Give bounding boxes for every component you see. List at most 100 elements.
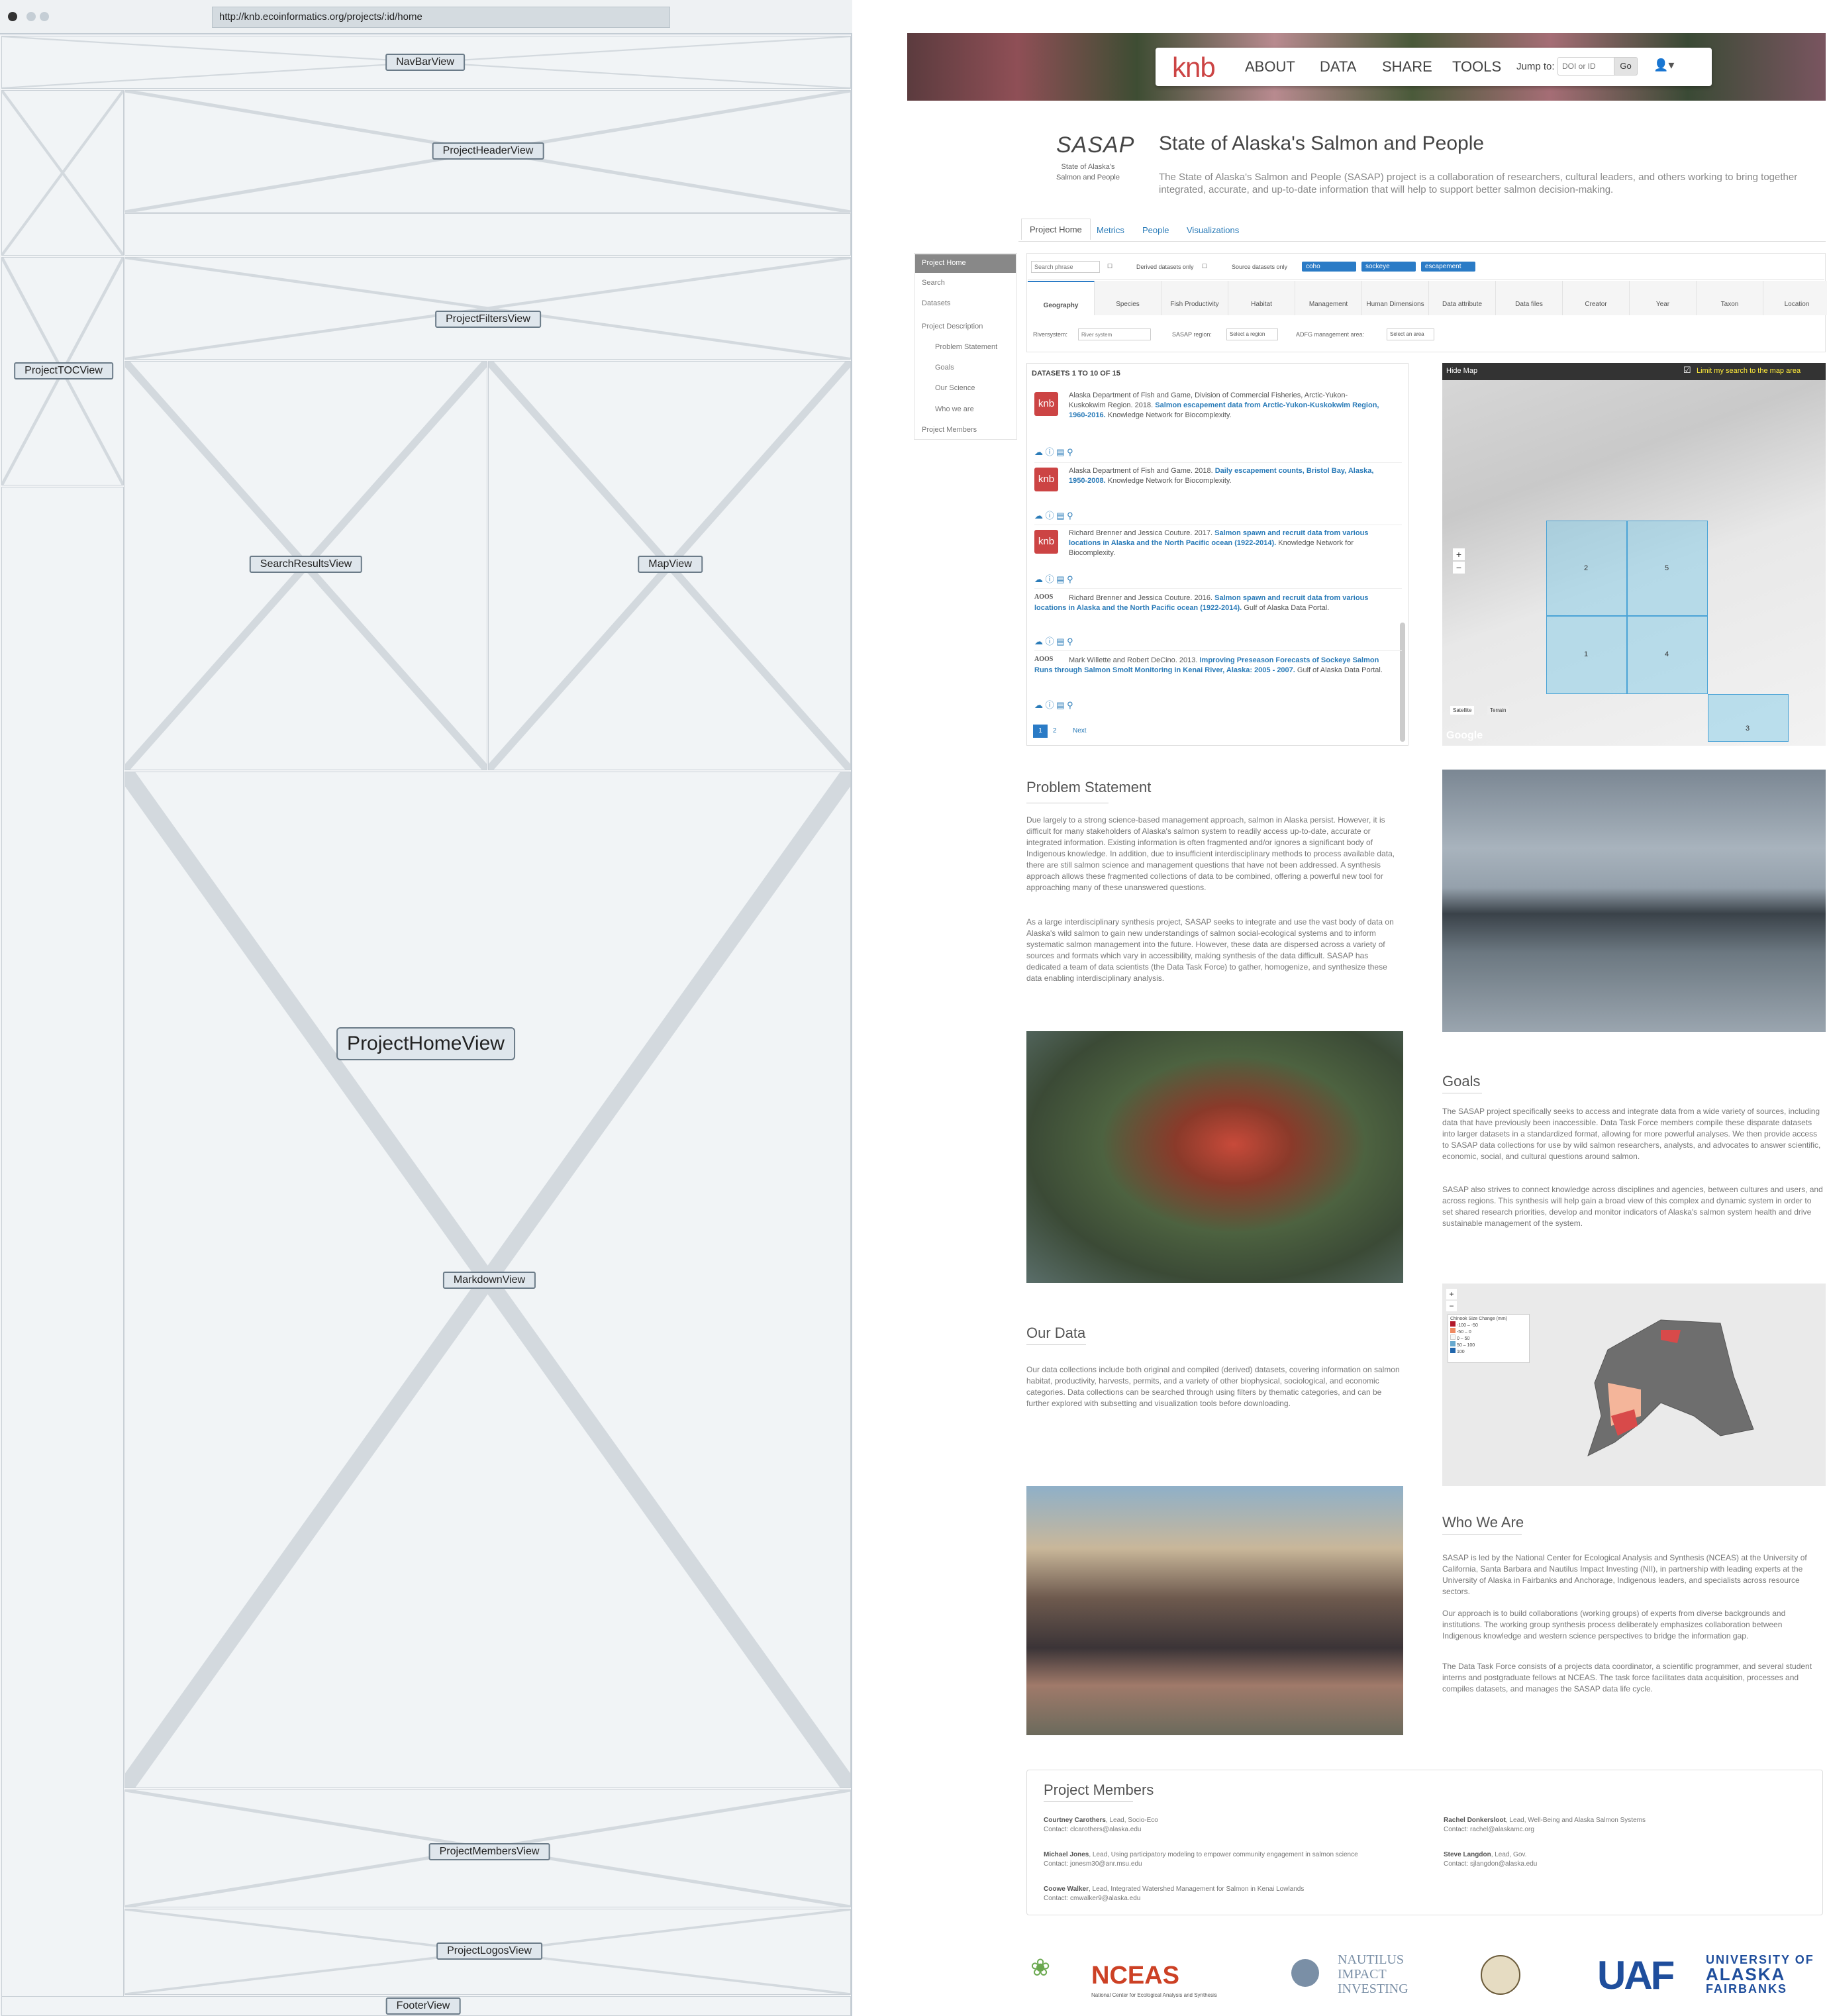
river-input[interactable] xyxy=(1078,328,1151,340)
toc-project-members[interactable]: Project Members xyxy=(922,426,977,434)
legend-item: 100 xyxy=(1450,1348,1527,1354)
wf-label-footer: FooterView xyxy=(385,1997,461,2015)
toc-project-description[interactable]: Project Description xyxy=(922,323,983,330)
map-region-cell[interactable] xyxy=(1708,694,1789,742)
window-close-dot[interactable] xyxy=(8,12,17,21)
result-actions-icons[interactable]: ☁ ⓘ ▤ ⚲ xyxy=(1034,509,1073,521)
filter-cat-geography[interactable]: Geography xyxy=(1028,281,1095,315)
uaf-logo[interactable]: UAF xyxy=(1597,1952,1675,1998)
result-citation[interactable]: Richard Brenner and Jessica Couture. 201… xyxy=(1069,529,1393,558)
choropleth-zoom-out-button[interactable]: − xyxy=(1446,1301,1457,1311)
tab-metrics[interactable]: Metrics xyxy=(1097,225,1124,235)
team-group-photo xyxy=(1026,1486,1403,1735)
nautilus-logo[interactable]: NAUTILUS IMPACT INVESTING xyxy=(1338,1952,1408,1996)
result-citation[interactable]: Mark Willette and Robert DeCino. 2013. I… xyxy=(1034,656,1392,676)
toc-project-home[interactable]: Project Home xyxy=(922,259,966,267)
result-actions-icons[interactable]: ☁ ⓘ ▤ ⚲ xyxy=(1034,698,1073,711)
nceas-swirl-icon: ❀ xyxy=(1030,1954,1051,1981)
nceas-logo[interactable]: NCEAS xyxy=(1091,1962,1179,1990)
choropleth-zoom-in-button[interactable]: + xyxy=(1446,1289,1457,1299)
knb-logo[interactable]: knb xyxy=(1172,52,1216,83)
go-button[interactable]: Go xyxy=(1614,57,1638,76)
toc-goals[interactable]: Goals xyxy=(935,364,954,372)
hide-map-button[interactable]: Hide Map xyxy=(1446,367,1477,375)
map-cell-label: 2 xyxy=(1584,564,1589,572)
knb-repo-icon: knb xyxy=(1034,392,1058,416)
filter-cat-management[interactable]: Management xyxy=(1295,281,1362,315)
adfg-select[interactable]: Select an area xyxy=(1387,328,1434,340)
result-citation[interactable]: Alaska Department of Fish and Game. 2018… xyxy=(1069,466,1393,486)
project-logo: SASAP xyxy=(1056,132,1135,158)
filter-cat-species[interactable]: Species xyxy=(1095,281,1161,315)
salmon-fish-image xyxy=(1026,1031,1403,1283)
project-logo-subtitle: State of Alaska's Salmon and People xyxy=(1056,163,1120,181)
region-select[interactable]: Select a region xyxy=(1226,328,1278,340)
tab-divider xyxy=(1018,241,1826,242)
map-terrain-button[interactable]: Terrain xyxy=(1487,706,1509,715)
filter-pill-coho[interactable]: coho xyxy=(1302,262,1356,272)
wf-label-filters: ProjectFiltersView xyxy=(435,311,541,328)
result-citation[interactable]: Alaska Department of Fish and Game, Divi… xyxy=(1069,391,1380,421)
filter-pill-sockeye[interactable]: sockeye xyxy=(1361,262,1416,272)
source-only-checkbox[interactable]: ☐ xyxy=(1202,263,1207,270)
wf-left-gutter xyxy=(1,487,124,1997)
who-paragraph-1: SASAP is led by the National Center for … xyxy=(1442,1553,1807,1596)
tab-visualizations[interactable]: Visualizations xyxy=(1187,225,1239,235)
choropleth-legend: Chinook Size Change (mm) -100 – -50 -50 … xyxy=(1448,1314,1530,1363)
result-actions-icons[interactable]: ☁ ⓘ ▤ ⚲ xyxy=(1034,634,1073,647)
address-bar[interactable]: http://knb.ecoinformatics.org/projects/:… xyxy=(212,7,670,28)
result-citation[interactable]: Richard Brenner and Jessica Couture. 201… xyxy=(1034,593,1392,613)
jump-input[interactable] xyxy=(1557,57,1617,76)
tab-people[interactable]: People xyxy=(1142,225,1169,235)
toc-who-we-are[interactable]: Who we are xyxy=(935,405,974,413)
filter-cat-habitat[interactable]: Habitat xyxy=(1228,281,1295,315)
member-entry: Coowe Walker, Lead, Integrated Watershed… xyxy=(1044,1886,1305,1902)
goals-paragraph-2: SASAP also strives to connect knowledge … xyxy=(1442,1185,1823,1228)
toc-our-science[interactable]: Our Science xyxy=(935,384,975,392)
result-actions-icons[interactable]: ☁ ⓘ ▤ ⚲ xyxy=(1034,445,1073,458)
results-scrollbar[interactable] xyxy=(1400,623,1405,742)
filter-cat-location[interactable]: Location xyxy=(1763,281,1827,315)
window-maximize-dot[interactable] xyxy=(40,12,49,21)
nav-tools[interactable]: TOOLS xyxy=(1452,58,1501,76)
filter-cat-year[interactable]: Year xyxy=(1630,281,1697,315)
toc-problem-statement[interactable]: Problem Statement xyxy=(935,343,997,351)
wf-label-navbar: NavBarView xyxy=(385,54,465,71)
window-minimize-dot[interactable] xyxy=(26,12,36,21)
filter-cat-human-dimensions[interactable]: Human Dimensions xyxy=(1362,281,1429,315)
next-page-button[interactable]: Next xyxy=(1073,727,1087,734)
wf-label-toc: ProjectTOCView xyxy=(14,362,113,379)
result-actions-icons[interactable]: ☁ ⓘ ▤ ⚲ xyxy=(1034,572,1073,585)
tab-project-home[interactable]: Project Home xyxy=(1021,219,1091,240)
nav-share[interactable]: SHARE xyxy=(1382,58,1432,76)
derived-only-label: Derived datasets only xyxy=(1136,264,1194,270)
filter-cat-taxon[interactable]: Taxon xyxy=(1697,281,1763,315)
limit-map-checkbox[interactable]: ☑ xyxy=(1683,365,1691,376)
filter-cat-fish-productivity[interactable]: Fish Productivity xyxy=(1161,281,1228,315)
map-zoom-out-button[interactable]: − xyxy=(1453,562,1465,574)
wf-label-header: ProjectHeaderView xyxy=(432,142,544,160)
member-entry: Michael Jones, Lead, Using participatory… xyxy=(1044,1851,1358,1868)
filter-search-input[interactable] xyxy=(1031,261,1100,273)
toc-datasets[interactable]: Datasets xyxy=(922,299,950,307)
user-icon[interactable]: 👤▾ xyxy=(1654,58,1674,72)
map-satellite-button[interactable]: Satellite xyxy=(1450,706,1475,715)
filter-cat-creator[interactable]: Creator xyxy=(1563,281,1630,315)
derived-only-checkbox[interactable]: ☐ xyxy=(1107,263,1112,270)
nav-about[interactable]: ABOUT xyxy=(1245,58,1295,76)
filter-cat-data-files[interactable]: Data files xyxy=(1496,281,1563,315)
page-1-button[interactable]: 1 xyxy=(1033,725,1048,738)
wf-label-map: MapView xyxy=(638,556,703,573)
seal-logo[interactable] xyxy=(1481,1955,1520,1995)
filter-cat-data-attribute[interactable]: Data attribute xyxy=(1429,281,1496,315)
problem-paragraph-2: As a large interdisciplinary synthesis p… xyxy=(1026,917,1394,983)
toc-search[interactable]: Search xyxy=(922,279,945,287)
page-2-button[interactable]: 2 xyxy=(1053,727,1057,734)
legend-item: 0 – 50 xyxy=(1450,1335,1527,1341)
heading-rule xyxy=(1026,1344,1086,1345)
member-entry: Rachel Donkersloot, Lead, Well-Being and… xyxy=(1444,1817,1646,1833)
map-zoom-in-button[interactable]: + xyxy=(1453,548,1465,560)
wf-label-logos: ProjectLogosView xyxy=(436,1942,542,1960)
filter-pill-escapement[interactable]: escapement xyxy=(1421,262,1475,272)
nav-data[interactable]: DATA xyxy=(1320,58,1356,76)
